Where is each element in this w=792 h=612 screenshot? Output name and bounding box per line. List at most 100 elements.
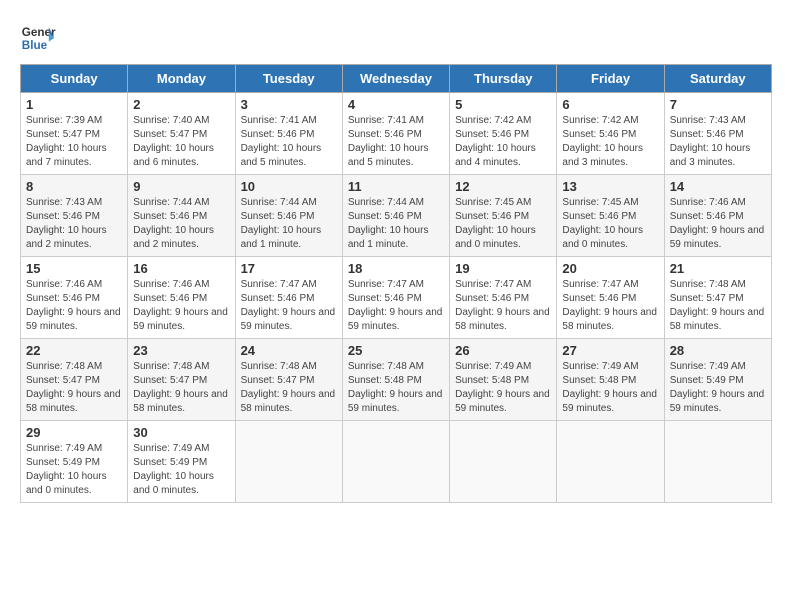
day-number: 1 — [26, 97, 122, 112]
calendar-cell: 16 Sunrise: 7:46 AMSunset: 5:46 PMDayligh… — [128, 257, 235, 339]
calendar-cell: 1 Sunrise: 7:39 AMSunset: 5:47 PMDaylight… — [21, 93, 128, 175]
day-number: 10 — [241, 179, 337, 194]
day-info: Sunrise: 7:43 AMSunset: 5:46 PMDaylight:… — [26, 197, 107, 250]
svg-text:Blue: Blue — [22, 39, 48, 52]
column-header-friday: Friday — [557, 65, 664, 93]
day-info: Sunrise: 7:42 AMSunset: 5:46 PMDaylight:… — [455, 115, 536, 168]
calendar-cell: 5Sunrise: 7:42 AMSunset: 5:46 PMDaylight… — [450, 93, 557, 175]
day-info: Sunrise: 7:42 AMSunset: 5:46 PMDaylight:… — [562, 115, 643, 168]
day-number: 29 — [26, 425, 122, 440]
calendar-cell — [557, 421, 664, 503]
calendar-cell: 23 Sunrise: 7:48 AMSunset: 5:47 PMDayligh… — [128, 339, 235, 421]
calendar-cell: 3 Sunrise: 7:41 AMSunset: 5:46 PMDaylight… — [235, 93, 342, 175]
day-info: Sunrise: 7:48 AMSunset: 5:47 PMDaylight:… — [670, 279, 765, 332]
calendar-cell: 19 Sunrise: 7:47 AMSunset: 5:46 PMDayligh… — [450, 257, 557, 339]
day-number: 16 — [133, 261, 229, 276]
day-info: Sunrise: 7:40 AMSunset: 5:47 PMDaylight:… — [133, 115, 214, 168]
calendar-cell: 29 Sunrise: 7:49 AMSunset: 5:49 PMDayligh… — [21, 421, 128, 503]
day-number: 13 — [562, 179, 658, 194]
day-number: 20 — [562, 261, 658, 276]
day-info: Sunrise: 7:49 AMSunset: 5:49 PMDaylight:… — [26, 443, 107, 496]
calendar-cell: 4Sunrise: 7:41 AMSunset: 5:46 PMDaylight… — [342, 93, 449, 175]
day-info: Sunrise: 7:48 AMSunset: 5:47 PMDaylight:… — [26, 361, 121, 414]
calendar-cell: 20 Sunrise: 7:47 AMSunset: 5:46 PMDayligh… — [557, 257, 664, 339]
day-number: 27 — [562, 343, 658, 358]
day-info: Sunrise: 7:45 AMSunset: 5:46 PMDaylight:… — [455, 197, 536, 250]
day-number: 3 — [241, 97, 337, 112]
day-number: 18 — [348, 261, 444, 276]
day-info: Sunrise: 7:46 AMSunset: 5:46 PMDaylight:… — [133, 279, 228, 332]
calendar-cell: 27Sunrise: 7:49 AMSunset: 5:48 PMDayligh… — [557, 339, 664, 421]
calendar-cell: 7 Sunrise: 7:43 AMSunset: 5:46 PMDaylight… — [664, 93, 771, 175]
calendar-cell: 11 Sunrise: 7:44 AMSunset: 5:46 PMDayligh… — [342, 175, 449, 257]
day-info: Sunrise: 7:44 AMSunset: 5:46 PMDaylight:… — [133, 197, 214, 250]
calendar-table: SundayMondayTuesdayWednesdayThursdayFrid… — [20, 64, 772, 503]
calendar-cell: 17 Sunrise: 7:47 AMSunset: 5:46 PMDayligh… — [235, 257, 342, 339]
day-info: Sunrise: 7:39 AMSunset: 5:47 PMDaylight:… — [26, 115, 107, 168]
day-info: Sunrise: 7:49 AMSunset: 5:49 PMDaylight:… — [670, 361, 765, 414]
calendar-cell: 24 Sunrise: 7:48 AMSunset: 5:47 PMDayligh… — [235, 339, 342, 421]
day-info: Sunrise: 7:47 AMSunset: 5:46 PMDaylight:… — [241, 279, 336, 332]
column-header-monday: Monday — [128, 65, 235, 93]
day-number: 23 — [133, 343, 229, 358]
day-number: 14 — [670, 179, 766, 194]
day-number: 11 — [348, 179, 444, 194]
calendar-cell: 22 Sunrise: 7:48 AMSunset: 5:47 PMDayligh… — [21, 339, 128, 421]
day-info: Sunrise: 7:41 AMSunset: 5:46 PMDaylight:… — [241, 115, 322, 168]
calendar-cell: 30 Sunrise: 7:49 AMSunset: 5:49 PMDayligh… — [128, 421, 235, 503]
day-info: Sunrise: 7:47 AMSunset: 5:46 PMDaylight:… — [455, 279, 550, 332]
day-number: 30 — [133, 425, 229, 440]
day-info: Sunrise: 7:49 AMSunset: 5:49 PMDaylight:… — [133, 443, 214, 496]
day-number: 24 — [241, 343, 337, 358]
logo-icon: General Blue — [20, 20, 56, 56]
day-info: Sunrise: 7:47 AMSunset: 5:46 PMDaylight:… — [562, 279, 657, 332]
day-number: 19 — [455, 261, 551, 276]
calendar-cell: 14Sunrise: 7:46 AMSunset: 5:46 PMDayligh… — [664, 175, 771, 257]
day-number: 22 — [26, 343, 122, 358]
calendar-cell: 6Sunrise: 7:42 AMSunset: 5:46 PMDaylight… — [557, 93, 664, 175]
day-number: 28 — [670, 343, 766, 358]
day-number: 2 — [133, 97, 229, 112]
day-info: Sunrise: 7:48 AMSunset: 5:47 PMDaylight:… — [241, 361, 336, 414]
day-number: 7 — [670, 97, 766, 112]
day-info: Sunrise: 7:47 AMSunset: 5:46 PMDaylight:… — [348, 279, 443, 332]
calendar-cell: 18 Sunrise: 7:47 AMSunset: 5:46 PMDayligh… — [342, 257, 449, 339]
column-header-tuesday: Tuesday — [235, 65, 342, 93]
calendar-cell — [664, 421, 771, 503]
column-header-thursday: Thursday — [450, 65, 557, 93]
day-info: Sunrise: 7:46 AMSunset: 5:46 PMDaylight:… — [26, 279, 121, 332]
calendar-cell: 28 Sunrise: 7:49 AMSunset: 5:49 PMDayligh… — [664, 339, 771, 421]
day-number: 8 — [26, 179, 122, 194]
calendar-cell — [342, 421, 449, 503]
calendar-cell: 2 Sunrise: 7:40 AMSunset: 5:47 PMDaylight… — [128, 93, 235, 175]
calendar-cell: 13 Sunrise: 7:45 AMSunset: 5:46 PMDayligh… — [557, 175, 664, 257]
day-number: 17 — [241, 261, 337, 276]
day-number: 12 — [455, 179, 551, 194]
logo: General Blue — [20, 20, 60, 56]
column-header-saturday: Saturday — [664, 65, 771, 93]
calendar-cell: 8 Sunrise: 7:43 AMSunset: 5:46 PMDaylight… — [21, 175, 128, 257]
day-info: Sunrise: 7:44 AMSunset: 5:46 PMDaylight:… — [348, 197, 429, 250]
calendar-cell: 25 Sunrise: 7:48 AMSunset: 5:48 PMDayligh… — [342, 339, 449, 421]
day-info: Sunrise: 7:44 AMSunset: 5:46 PMDaylight:… — [241, 197, 322, 250]
day-number: 26 — [455, 343, 551, 358]
day-number: 15 — [26, 261, 122, 276]
column-header-sunday: Sunday — [21, 65, 128, 93]
calendar-cell: 26 Sunrise: 7:49 AMSunset: 5:48 PMDayligh… — [450, 339, 557, 421]
calendar-cell: 12 Sunrise: 7:45 AMSunset: 5:46 PMDayligh… — [450, 175, 557, 257]
calendar-cell: 21 Sunrise: 7:48 AMSunset: 5:47 PMDayligh… — [664, 257, 771, 339]
calendar-cell: 15 Sunrise: 7:46 AMSunset: 5:46 PMDayligh… — [21, 257, 128, 339]
day-number: 4 — [348, 97, 444, 112]
day-info: Sunrise: 7:48 AMSunset: 5:47 PMDaylight:… — [133, 361, 228, 414]
day-info: Sunrise: 7:45 AMSunset: 5:46 PMDaylight:… — [562, 197, 643, 250]
day-info: Sunrise: 7:48 AMSunset: 5:48 PMDaylight:… — [348, 361, 443, 414]
day-info: Sunrise: 7:49 AMSunset: 5:48 PMDaylight:… — [455, 361, 550, 414]
calendar-cell — [450, 421, 557, 503]
day-info: Sunrise: 7:43 AMSunset: 5:46 PMDaylight:… — [670, 115, 751, 168]
calendar-cell: 9 Sunrise: 7:44 AMSunset: 5:46 PMDaylight… — [128, 175, 235, 257]
day-number: 21 — [670, 261, 766, 276]
day-number: 9 — [133, 179, 229, 194]
column-header-wednesday: Wednesday — [342, 65, 449, 93]
calendar-cell: 10 Sunrise: 7:44 AMSunset: 5:46 PMDayligh… — [235, 175, 342, 257]
day-number: 25 — [348, 343, 444, 358]
